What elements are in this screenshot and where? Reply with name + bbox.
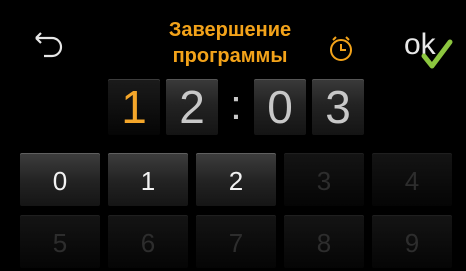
key-3[interactable]: 3 [284,153,364,206]
key-8[interactable]: 8 [284,215,364,268]
key-0[interactable]: 0 [20,153,100,206]
time-digit-hours-tens[interactable]: 1 [108,79,160,135]
time-digit-minutes-tens[interactable]: 0 [254,79,306,135]
key-2[interactable]: 2 [196,153,276,206]
time-digit-hours-ones[interactable]: 2 [166,79,218,135]
key-6[interactable]: 6 [108,215,188,268]
key-5[interactable]: 5 [20,215,100,268]
numeric-keypad: 0 1 2 3 4 5 6 7 8 9 [20,153,460,269]
back-arrow-graphic [35,32,63,58]
key-1[interactable]: 1 [108,153,188,206]
key-9[interactable]: 9 [372,215,452,268]
clock-icon [327,35,355,63]
back-arrow-icon[interactable] [30,30,70,58]
ok-button[interactable]: ok [404,28,454,70]
time-digit-minutes-ones[interactable]: 3 [312,79,364,135]
time-separator: : [230,81,242,128]
title-line-1: Завершение [168,19,292,41]
key-4[interactable]: 4 [372,153,452,206]
top-bar: Завершение программы ok [0,0,466,76]
page-title: Завершение программы [130,17,330,69]
checkmark-icon [421,39,453,69]
key-7[interactable]: 7 [196,215,276,268]
clock-graphic [330,36,352,61]
title-line-2: программы [172,45,288,67]
